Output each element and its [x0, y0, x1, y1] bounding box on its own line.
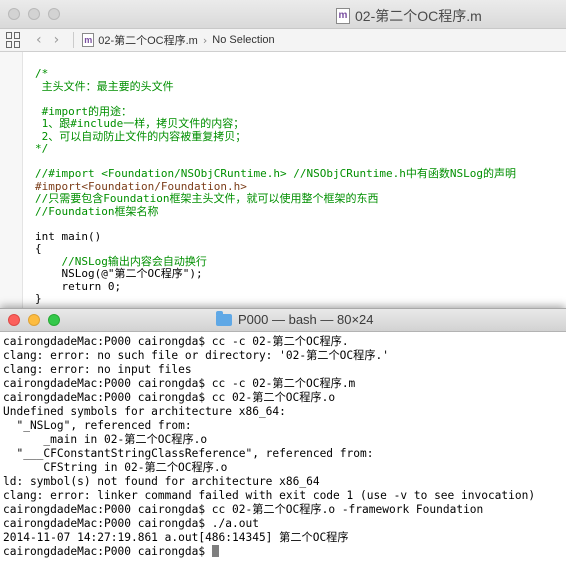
code-line: //#import <Foundation/NSObjCRuntime.h> /… [35, 167, 516, 180]
code-line: return 0; [35, 279, 122, 293]
minimize-button[interactable] [28, 314, 40, 326]
minimize-button[interactable] [28, 8, 40, 20]
terminal-titlebar: P000 — bash — 80×24 [0, 309, 566, 332]
close-button[interactable] [8, 314, 20, 326]
terminal-prompt: cairongdadeMac:P000 cairongda$ [3, 545, 212, 558]
code-line: 主头文件：最主要的头文件 [35, 79, 174, 93]
terminal-line: 2014-11-07 14:27:19.861 a.out[486:14345]… [3, 531, 349, 544]
terminal-line: "_NSLog", referenced from: [3, 419, 192, 432]
source-editor[interactable]: /* 主头文件：最主要的头文件 #import的用途： 1、跟#include一… [0, 52, 566, 312]
xcode-window-title: m 02-第二个OC程序.m [336, 6, 482, 26]
zoom-button[interactable] [48, 8, 60, 20]
code-line: 1、跟#include一样，拷贝文件的内容； [35, 117, 245, 130]
terminal-window[interactable]: P000 — bash — 80×24 cairongdadeMac:P000 … [0, 308, 566, 561]
code-line: */ [35, 142, 49, 155]
terminal-line: cairongdadeMac:P000 cairongda$ cc 02-第二个… [3, 391, 336, 404]
code-line: { [35, 242, 42, 255]
terminal-line: _main in 02-第二个OC程序.o [3, 433, 208, 446]
folder-icon [216, 310, 232, 326]
code-line: NSLog(@"第二个OC程序"); [35, 267, 203, 280]
code-line: //Foundation框架名称 [35, 204, 159, 218]
jump-bar: ‹ › m 02-第二个OC程序.m › No Selection [0, 29, 566, 52]
xcode-titlebar: m 02-第二个OC程序.m [0, 0, 566, 29]
related-items-icon[interactable] [6, 32, 22, 48]
terminal-line: clang: error: no input files [3, 363, 192, 376]
terminal-title-text: P000 — bash — 80×24 [238, 312, 374, 327]
code-line: int main() [35, 229, 102, 243]
terminal-line: cairongdadeMac:P000 cairongda$ cc -c 02-… [3, 377, 356, 390]
editor-gutter [0, 52, 23, 312]
jumpbar-chevron-icon: › [202, 33, 208, 47]
jumpbar-file-name: 02-第二个OC程序.m [98, 35, 198, 47]
terminal-title: P000 — bash — 80×24 [216, 310, 374, 327]
close-button[interactable] [8, 8, 20, 20]
terminal-line: clang: error: no such file or directory:… [3, 349, 389, 362]
jumpbar-divider [73, 32, 75, 48]
back-arrow-icon[interactable]: ‹ [36, 32, 42, 48]
terminal-line: cairongdadeMac:P000 cairongda$ cc -c 02-… [3, 335, 349, 348]
objc-file-icon: m [82, 33, 95, 47]
cursor [211, 545, 219, 557]
code-line: /* [35, 67, 49, 80]
code-line: 2、可以自动防止文件的内容被重复拷贝； [35, 129, 247, 143]
code-line: //只需要包含Foundation框架主头文件，就可以使用整个框架的东西 [35, 192, 379, 205]
forward-arrow-icon[interactable]: › [54, 32, 60, 48]
terminal-line: ld: symbol(s) not found for architecture… [3, 475, 320, 488]
terminal-line: clang: error: linker command failed with… [3, 489, 536, 502]
zoom-button[interactable] [48, 314, 60, 326]
objc-file-icon: m [336, 8, 350, 24]
window-title-text: 02-第二个OC程序.m [355, 8, 482, 24]
jumpbar-selection[interactable]: No Selection [212, 34, 274, 46]
jumpbar-file[interactable]: m 02-第二个OC程序.m [82, 32, 198, 48]
terminal-prompt-line[interactable]: cairongdadeMac:P000 cairongda$ [3, 545, 564, 559]
code-area[interactable]: /* 主头文件：最主要的头文件 #import的用途： 1、跟#include一… [35, 67, 566, 306]
terminal-window-controls [8, 314, 60, 326]
code-line: } [35, 292, 42, 305]
terminal-line: cairongdadeMac:P000 cairongda$ ./a.out [3, 517, 259, 530]
terminal-line: "___CFConstantStringClassReference", ref… [3, 447, 374, 460]
xcode-window-controls [8, 8, 60, 20]
terminal-line: Undefined symbols for architecture x86_6… [3, 405, 286, 418]
terminal-line: CFString in 02-第二个OC程序.o [3, 461, 228, 474]
terminal-line: cairongdadeMac:P000 cairongda$ cc 02-第二个… [3, 503, 484, 516]
terminal-output[interactable]: cairongdadeMac:P000 cairongda$ cc -c 02-… [3, 335, 564, 559]
